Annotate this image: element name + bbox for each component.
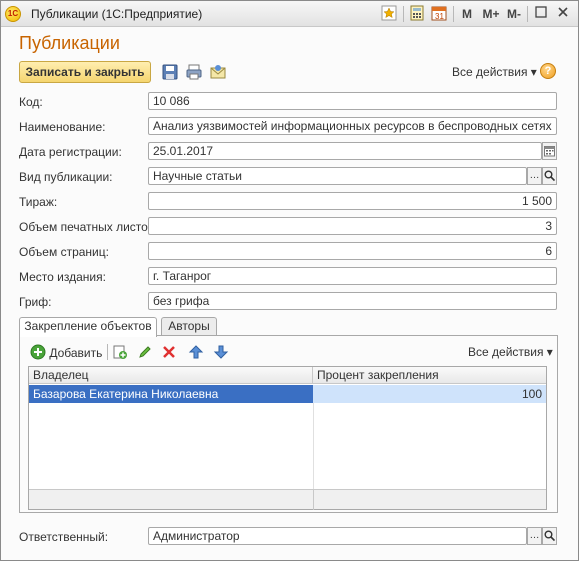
print-sheets-field[interactable]: 3 bbox=[148, 217, 557, 235]
responsible-label: Ответственный: bbox=[19, 530, 109, 544]
arrow-down-icon[interactable] bbox=[213, 344, 229, 360]
column-header-owner[interactable]: Владелец bbox=[29, 367, 313, 384]
edit-icon[interactable] bbox=[137, 344, 153, 360]
window: 1С Публикации (1С:Предприятие) 31 M M+ M… bbox=[0, 0, 579, 561]
tab-panel: Добавить Все действия ▾ Владелец Процент… bbox=[19, 335, 558, 513]
select-dots-button[interactable]: … bbox=[527, 167, 542, 185]
reg-date-label: Дата регистрации: bbox=[19, 145, 122, 159]
memory-minus-button[interactable]: M- bbox=[505, 5, 523, 23]
save-icon[interactable] bbox=[161, 63, 179, 81]
window-title: Публикации (1С:Предприятие) bbox=[31, 7, 203, 21]
copy-icon[interactable] bbox=[112, 344, 128, 360]
title-bar: 1С Публикации (1С:Предприятие) 31 M M+ M… bbox=[1, 1, 578, 27]
tab-authors[interactable]: Авторы bbox=[161, 317, 217, 336]
reg-date-field[interactable]: 25.01.2017 bbox=[148, 142, 542, 160]
app-logo-icon: 1С bbox=[5, 6, 21, 22]
toolbar-separator bbox=[403, 6, 404, 22]
maximize-icon[interactable] bbox=[534, 5, 548, 23]
name-label: Наименование: bbox=[19, 120, 106, 134]
mail-icon[interactable] bbox=[209, 63, 227, 81]
owners-table: Владелец Процент закрепления Базарова Ек… bbox=[28, 366, 547, 510]
tab-objects[interactable]: Закрепление объектов bbox=[19, 317, 157, 337]
close-icon[interactable] bbox=[556, 5, 570, 23]
pages-field[interactable]: 6 bbox=[148, 242, 557, 260]
search-icon[interactable] bbox=[542, 167, 557, 185]
help-icon[interactable]: ? bbox=[540, 63, 556, 79]
print-sheets-label: Объем печатных листов: bbox=[19, 220, 158, 234]
toolbar-separator bbox=[107, 344, 108, 360]
calendar-icon[interactable]: 31 bbox=[431, 5, 447, 23]
add-button[interactable]: Добавить bbox=[30, 344, 102, 360]
pub-type-field[interactable]: Научные статьи bbox=[148, 167, 527, 185]
memory-plus-button[interactable]: M+ bbox=[481, 5, 501, 23]
delete-icon[interactable] bbox=[161, 344, 177, 360]
place-field[interactable]: г. Таганрог bbox=[148, 267, 557, 285]
circulation-label: Тираж: bbox=[19, 195, 58, 209]
toolbar-separator bbox=[453, 6, 454, 22]
svg-text:31: 31 bbox=[435, 12, 444, 21]
memory-m-button[interactable]: M bbox=[460, 5, 474, 23]
search-icon[interactable] bbox=[542, 527, 557, 545]
save-and-close-button[interactable]: Записать и закрыть bbox=[19, 61, 151, 83]
stamp-label: Гриф: bbox=[19, 295, 52, 309]
all-actions-menu[interactable]: Все действия ▾ bbox=[452, 65, 537, 79]
name-field[interactable]: Анализ уязвимостей информационных ресурс… bbox=[148, 117, 557, 135]
place-label: Место издания: bbox=[19, 270, 106, 284]
column-header-percent[interactable]: Процент закрепления bbox=[313, 367, 546, 384]
column-divider bbox=[313, 490, 314, 510]
table-cell-owner[interactable]: Базарова Екатерина Николаевна bbox=[29, 385, 313, 403]
arrow-up-icon[interactable] bbox=[188, 344, 204, 360]
table-all-actions-menu[interactable]: Все действия ▾ bbox=[468, 344, 553, 360]
favorite-icon[interactable] bbox=[381, 5, 397, 23]
table-footer bbox=[29, 489, 546, 510]
pub-type-label: Вид публикации: bbox=[19, 170, 113, 184]
toolbar-separator bbox=[527, 6, 528, 22]
calculator-icon[interactable] bbox=[409, 5, 425, 23]
column-divider bbox=[313, 403, 314, 489]
select-dots-button[interactable]: … bbox=[527, 527, 542, 545]
code-label: Код: bbox=[19, 95, 43, 109]
add-button-label: Добавить bbox=[49, 346, 103, 360]
pages-label: Объем страниц: bbox=[19, 245, 109, 259]
stamp-field[interactable]: без грифа bbox=[148, 292, 557, 310]
code-field[interactable]: 10 086 bbox=[148, 92, 557, 110]
circulation-field[interactable]: 1 500 bbox=[148, 192, 557, 210]
page-title: Публикации bbox=[19, 33, 120, 53]
responsible-field[interactable]: Администратор bbox=[148, 527, 527, 545]
calendar-picker-icon[interactable] bbox=[542, 142, 557, 160]
print-icon[interactable] bbox=[185, 63, 203, 81]
table-cell-percent[interactable]: 100 bbox=[313, 385, 546, 403]
